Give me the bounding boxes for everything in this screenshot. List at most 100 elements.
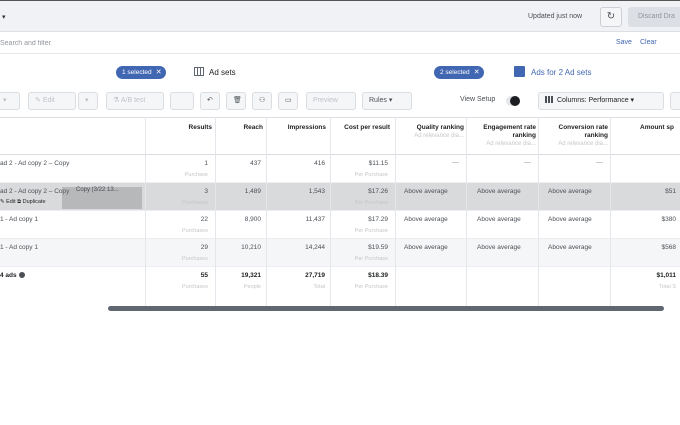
total-results: 55 xyxy=(200,272,208,279)
undo-icon: ↶ xyxy=(207,97,213,104)
results-sub: Purchase xyxy=(184,172,208,178)
cost-value: $17.26 xyxy=(368,188,388,195)
header-quality-ranking[interactable]: Quality ranking Ad relevance dia... xyxy=(398,124,464,140)
table-row[interactable]: 1 - Ad copy 1 22 Purchases 8,900 11,437 … xyxy=(0,211,680,239)
ads-icon xyxy=(514,66,525,77)
columns-dropdown[interactable]: Columns: Performance ▾ xyxy=(538,92,664,110)
close-icon[interactable]: ✕ xyxy=(156,66,162,79)
totals-row: 4 ads 55 Purchases 19,321 People 27,719 … xyxy=(0,267,680,295)
trash-icon: 🗑 xyxy=(233,97,242,104)
table-row[interactable]: 1 - Ad copy 1 29 Purchases 10,210 14,244… xyxy=(0,239,680,267)
conversion-value: Above average xyxy=(548,216,592,223)
dropdown-caret-icon[interactable]: ▾ xyxy=(2,13,6,21)
view-setup-toggle[interactable] xyxy=(506,96,520,106)
cost-sub: Per Purchase xyxy=(354,228,388,234)
total-impressions-sub: Total xyxy=(313,284,325,290)
top-bar: ▾ Updated just now ↻ Discard Dra xyxy=(0,0,680,32)
conversion-value: Above average xyxy=(548,188,592,195)
total-reach: 19,321 xyxy=(241,272,261,279)
save-filter-link[interactable]: Save xyxy=(616,39,632,46)
ad-name[interactable]: ad 2 - Ad copy 2 – Copy xyxy=(0,188,69,195)
toolbar-dropdown-button[interactable]: ▾ xyxy=(0,92,20,110)
edit-button[interactable]: ✎ Edit xyxy=(28,92,76,110)
total-cost-sub: Per Purchase xyxy=(354,284,388,290)
preview-button[interactable]: Preview xyxy=(306,92,356,110)
header-results[interactable]: Results xyxy=(150,124,212,132)
overflow-button[interactable] xyxy=(670,92,680,110)
audience-button[interactable]: ⚇ xyxy=(252,92,272,110)
adsets-selected-pill[interactable]: 1 selected ✕ xyxy=(116,66,166,79)
refresh-button[interactable]: ↻ xyxy=(600,7,622,27)
total-results-sub: Purchases xyxy=(182,284,208,290)
delete-button[interactable]: 🗑 xyxy=(226,92,246,110)
columns-label: Columns: Performance xyxy=(557,97,629,104)
refresh-icon: ↻ xyxy=(606,11,616,22)
edit-label: Edit xyxy=(42,97,55,104)
column-divider xyxy=(538,117,539,307)
rules-label: Rules xyxy=(369,97,387,104)
ad-name[interactable]: ad 2 - Ad copy 2 – Copy xyxy=(0,160,69,167)
total-amount: $1,011 xyxy=(656,272,676,279)
column-divider xyxy=(610,117,611,307)
column-divider xyxy=(145,117,146,307)
toolbar: ▾ ✎ Edit ▾ ⚗ A/B test ↶ 🗑 ⚇ ▭ Preview Ru… xyxy=(0,88,680,114)
ad-sets-icon xyxy=(194,67,204,76)
results-value: 1 xyxy=(204,160,208,167)
ads-selected-label: 2 selected xyxy=(440,69,470,76)
columns-icon xyxy=(545,96,553,103)
reach-value: 437 xyxy=(250,160,261,167)
comment-icon: ▭ xyxy=(285,97,292,104)
table-row[interactable]: ad 2 - Ad copy 2 – Copy Copy (3/22 13...… xyxy=(0,183,680,211)
engagement-value: Above average xyxy=(477,244,521,251)
close-icon[interactable]: ✕ xyxy=(474,66,480,79)
results-value: 29 xyxy=(200,244,208,251)
search-bar: Save Clear xyxy=(0,32,680,54)
impressions-value: 1,543 xyxy=(308,188,325,195)
ab-test-button[interactable]: ⚗ A/B test xyxy=(106,92,164,110)
edit-options-button[interactable]: ▾ xyxy=(78,92,98,110)
total-reach-sub: People xyxy=(243,284,261,290)
header-conversion-ranking[interactable]: Conversion rate ranking Ad relevance dia.… xyxy=(540,124,608,148)
pencil-icon: ✎ xyxy=(35,97,43,104)
view-setup-label: View Setup xyxy=(460,96,496,103)
results-sub: Purchases xyxy=(182,256,208,262)
reach-value: 1,489 xyxy=(244,188,261,195)
cost-value: $19.59 xyxy=(368,244,388,251)
engagement-value: Above average xyxy=(477,188,521,195)
conversion-label: Conversion rate ranking xyxy=(558,124,609,139)
column-divider xyxy=(330,117,331,307)
results-sub: Purchases xyxy=(182,228,208,234)
header-amount-spent[interactable]: Amount sp xyxy=(640,124,680,132)
reach-value: 10,210 xyxy=(241,244,261,251)
ab-test-label: A/B test xyxy=(120,97,146,104)
header-reach[interactable]: Reach xyxy=(218,124,263,132)
info-icon[interactable] xyxy=(18,272,25,278)
discard-drafts-button[interactable]: Discard Dra xyxy=(628,7,680,27)
more-actions-button[interactable] xyxy=(170,92,194,110)
table-row[interactable]: ad 2 - Ad copy 2 – Copy 1 Purchase 437 4… xyxy=(0,155,680,183)
flask-icon: ⚗ xyxy=(113,97,121,104)
ads-selected-pill[interactable]: 2 selected ✕ xyxy=(434,66,484,79)
cost-value: $17.29 xyxy=(368,216,388,223)
row-actions[interactable]: ✎ Edit ⧉ Duplicate xyxy=(0,199,46,206)
amount-value: $380 xyxy=(661,216,676,223)
quality-value: Above average xyxy=(404,188,448,195)
ad-name[interactable]: 1 - Ad copy 1 xyxy=(0,216,38,223)
level-tabs: 1 selected ✕ Ad sets 2 selected ✕ Ads fo… xyxy=(0,60,680,86)
tag-button[interactable]: ▭ xyxy=(278,92,298,110)
header-impressions[interactable]: Impressions xyxy=(268,124,326,132)
rules-button[interactable]: Rules ▾ xyxy=(362,92,412,110)
engagement-label: Engagement rate ranking xyxy=(483,124,536,139)
quality-label: Quality ranking xyxy=(416,124,464,131)
clear-filter-link[interactable]: Clear xyxy=(640,39,657,46)
impressions-value: 14,244 xyxy=(305,244,325,251)
drag-ghost-label: Copy (3/22 13... xyxy=(76,187,119,193)
ad-name[interactable]: 1 - Ad copy 1 xyxy=(0,244,38,251)
horizontal-scrollbar[interactable] xyxy=(108,306,664,311)
header-cost-per-result[interactable]: Cost per result xyxy=(336,124,390,132)
tab-ad-sets[interactable]: Ad sets xyxy=(194,67,236,77)
undo-button[interactable]: ↶ xyxy=(200,92,220,110)
tab-ads[interactable]: Ads for 2 Ad sets xyxy=(514,66,591,77)
header-engagement-ranking[interactable]: Engagement rate ranking Ad relevance dia.… xyxy=(468,124,536,148)
search-input[interactable] xyxy=(0,36,400,50)
